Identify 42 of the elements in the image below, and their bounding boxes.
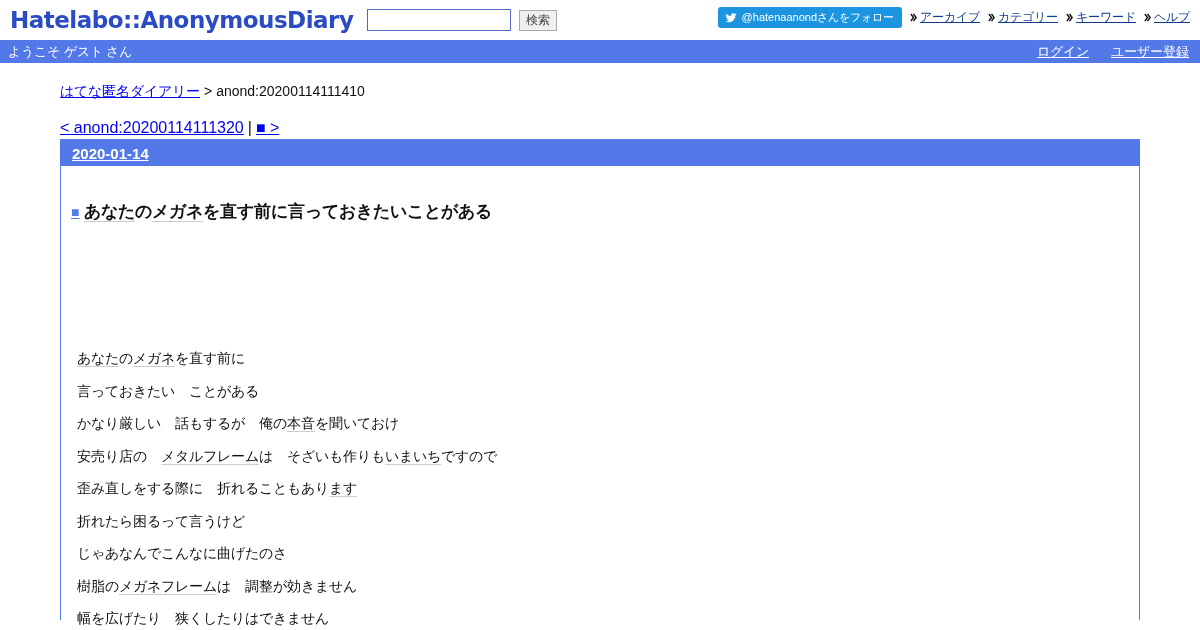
nav-link[interactable]: キーワード xyxy=(1076,9,1136,26)
paragraph: じゃあなんでこんなに曲げたのさ xyxy=(77,544,288,563)
keyword-link[interactable]: メガネ xyxy=(152,202,204,222)
prev-link[interactable]: < anond:20200114111320 xyxy=(60,119,244,137)
keyword-link[interactable]: メガネフレーム xyxy=(119,577,217,595)
site-logo[interactable]: Hatelabo::AnonymousDiary xyxy=(10,7,354,33)
keyword-link[interactable]: ます xyxy=(329,480,357,497)
keyword-link[interactable]: 本音 xyxy=(287,415,315,432)
date-link[interactable]: 2020-01-14 xyxy=(72,144,149,162)
search-field[interactable] xyxy=(367,9,512,31)
paragraph: あなたのメガネを直す前に xyxy=(77,349,246,369)
nav-link[interactable]: ヘルプ xyxy=(1154,9,1190,26)
keyword-link[interactable]: メガネ xyxy=(133,350,175,367)
breadcrumb-current: anond:20200114111410 xyxy=(216,83,365,101)
nav-link[interactable]: アーカイブ xyxy=(920,9,980,26)
nav-link[interactable]: カテゴリー xyxy=(998,9,1058,26)
keyword-link[interactable]: あなた xyxy=(84,202,136,222)
breadcrumb-separator: > xyxy=(204,83,213,101)
chevron-icon xyxy=(1066,13,1073,22)
paragraph: 折れたら困るって言うけど xyxy=(77,511,246,531)
search-button[interactable]: 検索 xyxy=(519,9,558,31)
breadcrumb-link[interactable]: はてな匿名ダイアリー xyxy=(60,83,200,101)
entry-title: あなたのメガネを直す前に言っておきたいことがある xyxy=(84,201,493,223)
welcome-text: ようこそ ゲスト さん xyxy=(8,42,133,61)
next-link[interactable]: ■ > xyxy=(255,119,280,137)
chevron-icon xyxy=(1144,13,1151,22)
user-link[interactable]: ログイン xyxy=(1037,42,1089,61)
paragraph: 樹脂のメガネフレームは 調整が効きません xyxy=(77,576,358,597)
paragraph: 歪み直しをする際に 折れることもあり ます xyxy=(77,479,358,499)
chevron-icon xyxy=(988,13,995,22)
keyword-link[interactable]: いまいち xyxy=(385,447,441,465)
chevron-icon xyxy=(910,13,917,22)
paragraph: 安売り店の メタルフレームは そざいも作りも いまいち ですので xyxy=(77,446,498,467)
pager-separator: | xyxy=(247,119,252,137)
paragraph: かなり厳しい 話もするが 俺の本音を聞いておけ xyxy=(77,414,400,434)
paragraph: 言っておきたい ことがある xyxy=(77,381,260,401)
paragraph: 幅を広げたり 狭くしたりはできません xyxy=(77,609,330,628)
keyword-link[interactable]: メタルフレーム xyxy=(161,447,259,465)
bird-icon xyxy=(723,11,738,24)
keyword-link[interactable]: あなた xyxy=(77,350,119,367)
user-link[interactable]: ユーザー登録 xyxy=(1111,42,1189,61)
entry-marker-link[interactable]: ■ xyxy=(71,204,80,220)
